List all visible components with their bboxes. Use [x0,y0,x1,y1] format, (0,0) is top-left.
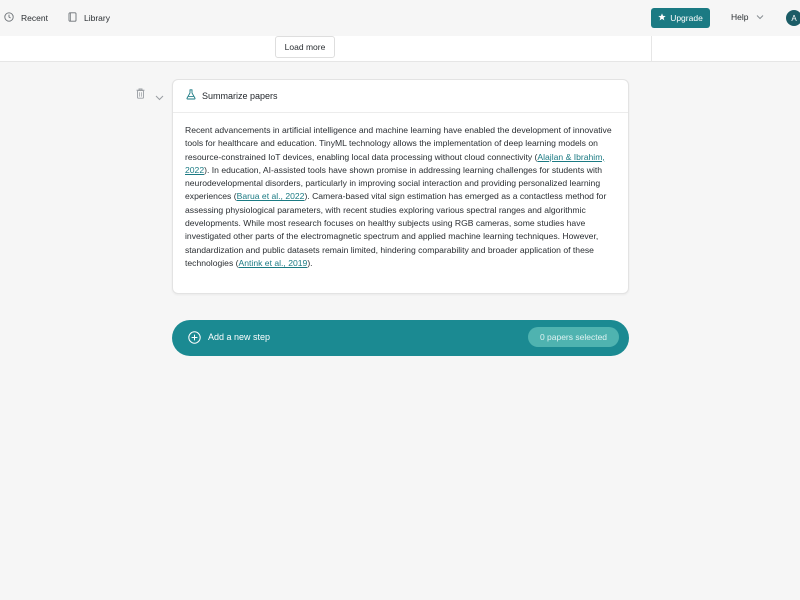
summary-segment: ). Camera-based vital sign estimation ha… [185,191,607,268]
summary-segment: ). [307,257,313,268]
citation-link[interactable]: Antink et al., 2019 [239,258,308,268]
avatar[interactable]: A [786,10,800,26]
book-icon [68,12,77,24]
side-panel-strip [651,36,800,62]
nav-recent-label: Recent [21,13,48,23]
add-step-label: Add a new step [208,332,271,342]
nav-recent[interactable]: Recent [4,12,48,24]
clock-icon [4,12,14,24]
help-menu[interactable]: Help [731,12,764,22]
trash-icon[interactable] [136,88,145,102]
avatar-initial: A [791,13,797,23]
nav-library-label: Library [84,13,110,23]
star-icon [658,13,666,23]
citation-link[interactable]: Barua et al., 2022 [237,191,305,201]
nav-library[interactable]: Library [68,12,110,24]
upgrade-button[interactable]: Upgrade [651,8,710,28]
flask-icon [186,89,196,103]
card-header: Summarize papers [173,80,628,113]
summary-card: Summarize papers Recent advancements in … [172,79,629,294]
summary-text: Recent advancements in artificial intell… [173,113,628,270]
chevron-down-icon [756,12,764,22]
card-title: Summarize papers [202,91,278,101]
upgrade-label: Upgrade [670,13,703,23]
top-bar: Recent Library Upgrade Help A [0,0,800,36]
plus-circle-icon [188,331,201,347]
add-step-button[interactable]: Add a new step 0 papers selected [172,320,629,356]
papers-selected-badge: 0 papers selected [528,327,619,347]
help-label: Help [731,12,749,22]
collapse-chevron-icon[interactable] [155,90,164,104]
load-more-button[interactable]: Load more [275,36,335,58]
